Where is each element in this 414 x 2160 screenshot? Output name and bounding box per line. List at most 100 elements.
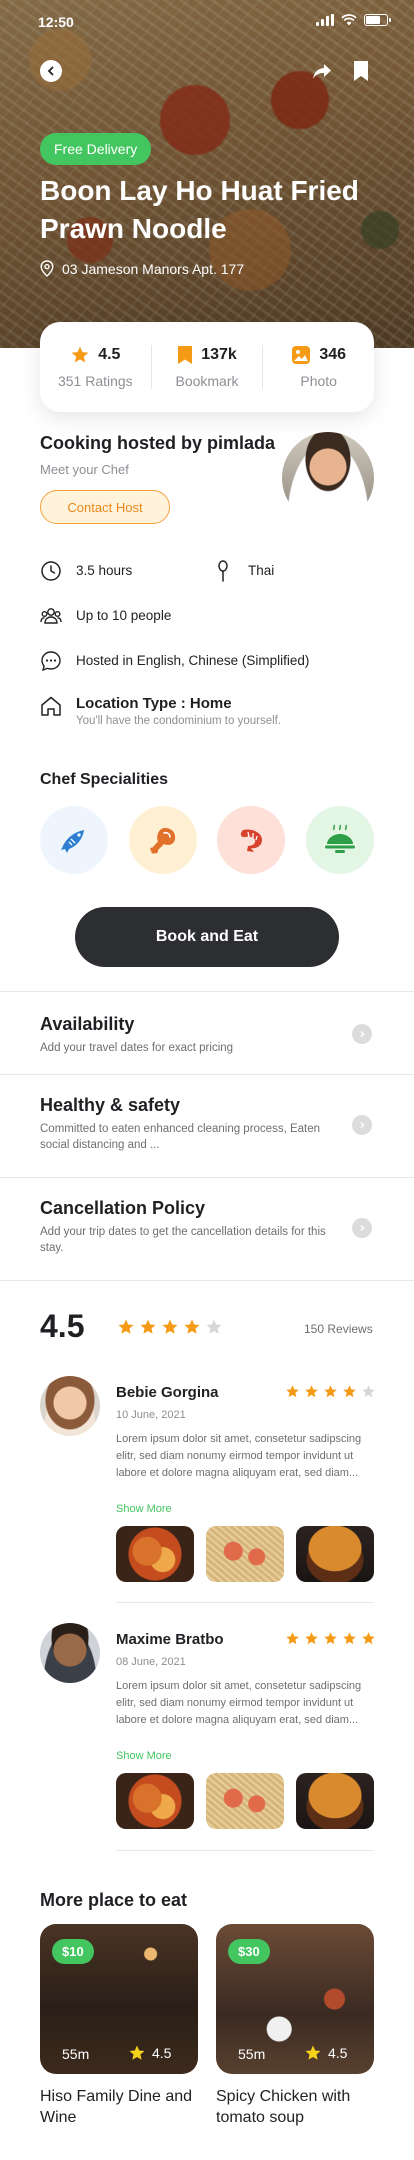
address-text: 03 Jameson Manors Apt. 177 (62, 260, 245, 277)
star-filled-icon (362, 1632, 375, 1645)
place-distance: 55m (238, 2046, 266, 2062)
review-date: 10 June, 2021 (116, 1409, 186, 1421)
star-icon (305, 2045, 321, 2060)
show-more-link[interactable]: Show More (116, 1503, 172, 1515)
star-filled-icon (324, 1632, 337, 1645)
place-rating: 4.5 (304, 2044, 347, 2062)
review-photo[interactable] (296, 1526, 374, 1582)
reviewer-avatar[interactable] (40, 1623, 100, 1683)
show-more-link[interactable]: Show More (116, 1750, 172, 1762)
place-rating-value: 4.5 (328, 2045, 348, 2061)
shrimp-icon (241, 829, 263, 852)
detail-location-type: Location Type : Home You'll have the con… (40, 695, 281, 727)
review-photo[interactable] (206, 1773, 284, 1829)
review-photo[interactable] (116, 1526, 194, 1582)
speciality-shrimp[interactable] (217, 806, 286, 874)
chat-icon (41, 651, 61, 672)
review-count[interactable]: 150 Reviews (304, 1322, 373, 1336)
contact-host-button[interactable]: Contact Host (40, 490, 170, 524)
review-photo[interactable] (206, 1526, 284, 1582)
star-filled-icon (343, 1385, 356, 1398)
stat-label: Photo (300, 373, 337, 389)
battery-icon (364, 14, 391, 26)
detail-guests: Up to 10 people (40, 605, 171, 627)
stat-value: 4.5 (98, 346, 121, 363)
hero-header: 12:50 Free Delivery Boon Lay Ho Huat Fri… (0, 0, 414, 348)
star-filled-icon (286, 1385, 299, 1398)
place-name: Hiso Family Dine and Wine (40, 2088, 193, 2126)
book-and-eat-button[interactable]: Book and Eat (75, 907, 339, 967)
cancellation-policy-title: Cancellation Policy (40, 1198, 206, 1218)
group-icon (40, 608, 62, 624)
star-icon (71, 346, 89, 363)
cancellation-policy-sub: Add your trip dates to get the cancellat… (40, 1226, 326, 1254)
review-stars (285, 1384, 376, 1399)
speciality-fish[interactable] (40, 806, 108, 874)
dish-icon (324, 824, 355, 853)
back-button[interactable] (40, 60, 62, 82)
reviewer-avatar[interactable] (40, 1376, 100, 1436)
clock-icon (41, 561, 61, 581)
review-item: Bebie Gorgina 10 June, 2021 Lorem ipsum … (40, 1376, 376, 1596)
share-icon[interactable] (311, 60, 333, 82)
review-photos (116, 1526, 374, 1582)
place-image: $10 55m 4.5 (40, 1924, 198, 2074)
speciality-chicken[interactable] (128, 806, 197, 874)
review-photo[interactable] (116, 1773, 194, 1829)
more-places-title: More place to eat (40, 1890, 188, 1910)
stat-label: 351 Ratings (57, 373, 133, 389)
host-title: Cooking hosted by pimlada (40, 433, 276, 453)
stat-label: Bookmark (175, 373, 239, 389)
fish-icon (61, 830, 84, 853)
stat-value: 346 (319, 346, 347, 363)
availability-sub: Add your travel dates for exact pricing (40, 1042, 234, 1054)
detail-cuisine: Thai (212, 560, 274, 582)
healthy-safety-sub: Committed to eaten enhanced cleaning pro… (40, 1123, 321, 1151)
address: 03 Jameson Manors Apt. 177 (40, 260, 244, 277)
star-filled-icon (305, 1632, 318, 1645)
review-photo[interactable] (296, 1773, 374, 1829)
review-item: Maxime Bratbo 08 June, 2021 Lorem ipsum … (40, 1623, 376, 1843)
location-pin-icon (40, 260, 54, 277)
stat-photo[interactable]: 346 Photo (262, 345, 374, 389)
photo-icon (292, 346, 311, 364)
review-text: Lorem ipsum dolor sit amet, consetetur s… (116, 1433, 362, 1479)
place-card[interactable]: $30 55m 4.5 Spicy Chicken with tomato so… (216, 1924, 374, 2128)
place-rating-value: 4.5 (152, 2045, 172, 2061)
availability-row[interactable]: Availability Add your travel dates for e… (0, 992, 414, 1074)
bookmark-icon[interactable] (352, 60, 370, 82)
review-stars (285, 1631, 376, 1646)
stat-bookmark[interactable]: 137k Bookmark (150, 345, 263, 389)
divider (0, 1280, 414, 1281)
speciality-dish[interactable] (305, 806, 374, 874)
divider (116, 1850, 374, 1851)
detail-languages: Hosted in English, Chinese (Simplified) (40, 650, 309, 672)
specialities-title: Chef Specialities (40, 771, 169, 788)
cancellation-policy-row[interactable]: Cancellation Policy Add your trip dates … (0, 1178, 414, 1280)
star-empty-icon (362, 1385, 375, 1398)
status-icons (316, 14, 391, 26)
healthy-safety-row[interactable]: Healthy & safety Committed to eaten enha… (0, 1075, 414, 1177)
detail-duration: 3.5 hours (40, 560, 132, 582)
location-type-sub: You'll have the condominium to yourself. (76, 715, 282, 727)
guests-text: Up to 10 people (76, 608, 172, 623)
signal-icon (316, 14, 334, 26)
restaurant-title: Boon Lay Ho Huat Fried Prawn Noodle (40, 175, 359, 244)
healthy-safety-title: Healthy & safety (40, 1095, 181, 1115)
place-price-badge: $10 (52, 1939, 94, 1964)
star-icon (129, 2045, 145, 2060)
star-filled-icon (343, 1632, 356, 1645)
stat-ratings[interactable]: 4.5 351 Ratings (40, 345, 151, 389)
reviewer-name: Bebie Gorgina (116, 1384, 219, 1401)
star-filled-icon (118, 1319, 134, 1334)
chef-avatar[interactable] (282, 432, 374, 524)
free-delivery-badge: Free Delivery (40, 133, 152, 165)
review-photos (116, 1773, 374, 1829)
place-card[interactable]: $10 55m 4.5 Hiso Family Dine and Wine (40, 1924, 198, 2128)
chevron-right-icon (352, 1024, 372, 1044)
reviewer-name: Maxime Bratbo (116, 1631, 224, 1648)
star-filled-icon (324, 1385, 337, 1398)
star-filled-icon (184, 1319, 200, 1334)
place-distance: 55m (62, 2046, 90, 2062)
status-time: 12:50 (38, 14, 74, 30)
